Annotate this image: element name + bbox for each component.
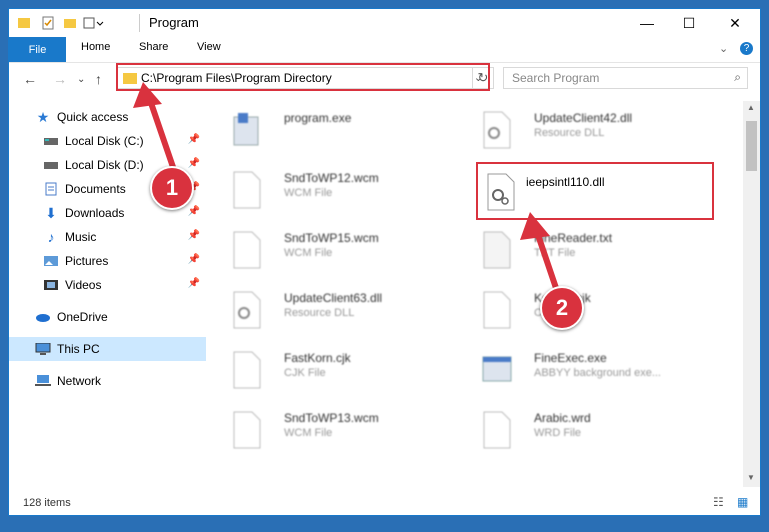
arrow-2-head: [520, 212, 550, 240]
callout-badge-1: 1: [150, 166, 194, 210]
arrow-1-line: [147, 97, 177, 173]
annotation-arrows: [133, 82, 559, 291]
arrow-2-line: [534, 229, 559, 291]
callout-badge-2: 2: [540, 286, 584, 330]
arrow-1-head: [133, 82, 162, 108]
